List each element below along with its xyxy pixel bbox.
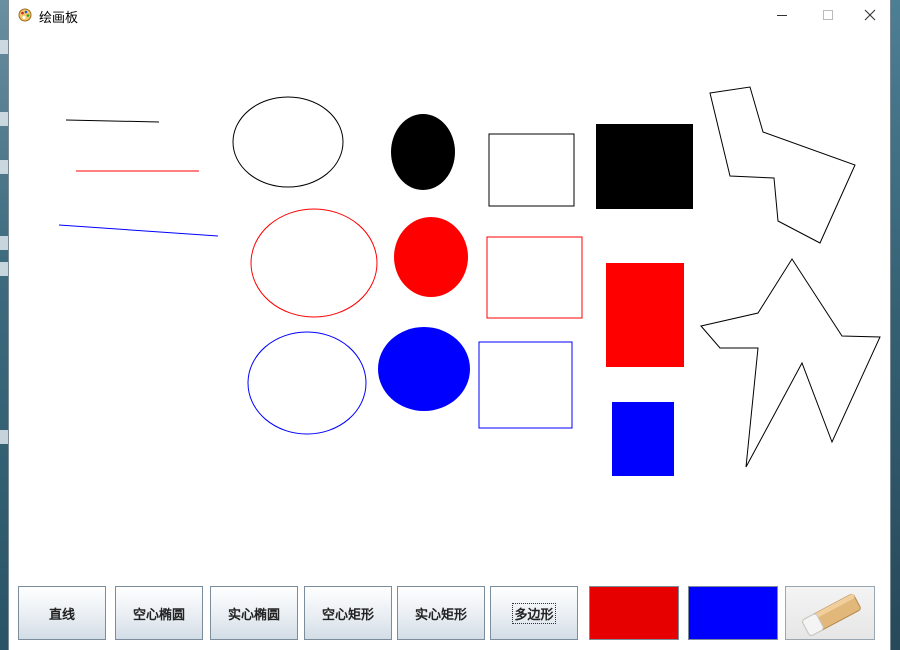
title-bar[interactable]: 绘画板 bbox=[9, 0, 890, 30]
eraser-button[interactable] bbox=[785, 586, 875, 640]
red-color-button[interactable] bbox=[589, 586, 679, 640]
black-solid-ellipse bbox=[391, 114, 455, 190]
polygon-top bbox=[709, 86, 856, 244]
polygon-tool-button[interactable]: 多边形 bbox=[490, 586, 578, 640]
solid-rect-tool-button[interactable]: 实心矩形 bbox=[397, 586, 485, 640]
desktop-background-left bbox=[0, 0, 8, 650]
toolbar: 直线 空心椭圆 实心椭圆 空心矩形 实心矩形 多边形 bbox=[9, 580, 890, 650]
blue-solid-ellipse bbox=[378, 327, 470, 411]
window-title: 绘画板 bbox=[39, 11, 79, 26]
polygon-bottom bbox=[700, 258, 881, 468]
black-hollow-ellipse bbox=[232, 96, 344, 188]
red-solid-rect bbox=[606, 263, 684, 367]
minimize-icon bbox=[777, 15, 787, 16]
black-hollow-rect bbox=[488, 133, 575, 207]
hollow-rect-tool-button[interactable]: 空心矩形 bbox=[304, 586, 392, 640]
polygon-tool-label: 多边形 bbox=[512, 602, 556, 624]
close-button[interactable] bbox=[847, 0, 893, 30]
maximize-icon bbox=[823, 10, 833, 20]
black-solid-rect bbox=[596, 124, 693, 209]
solid-ellipse-tool-button[interactable]: 实心椭圆 bbox=[210, 586, 298, 640]
hollow-rect-tool-label: 空心矩形 bbox=[321, 607, 374, 623]
desktop-background-right bbox=[891, 0, 900, 650]
blue-line bbox=[58, 224, 219, 237]
solid-ellipse-tool-label: 实心椭圆 bbox=[227, 607, 280, 623]
minimize-button[interactable] bbox=[759, 0, 805, 30]
blue-color-button[interactable] bbox=[688, 586, 778, 640]
red-solid-ellipse bbox=[394, 217, 468, 297]
drawing-canvas[interactable] bbox=[9, 30, 890, 580]
blue-hollow-ellipse bbox=[247, 331, 367, 435]
line-tool-label: 直线 bbox=[48, 607, 75, 623]
red-hollow-rect bbox=[486, 236, 583, 319]
close-icon bbox=[864, 9, 876, 21]
solid-rect-tool-label: 实心矩形 bbox=[414, 607, 467, 623]
maximize-button[interactable] bbox=[805, 0, 851, 30]
hollow-ellipse-tool-label: 空心椭圆 bbox=[132, 607, 185, 623]
red-hollow-ellipse bbox=[250, 208, 378, 318]
blue-hollow-rect bbox=[478, 341, 573, 429]
line-tool-button[interactable]: 直线 bbox=[18, 586, 106, 640]
black-line bbox=[65, 119, 160, 123]
hollow-ellipse-tool-button[interactable]: 空心椭圆 bbox=[115, 586, 203, 640]
blue-solid-rect bbox=[612, 402, 674, 476]
eraser-icon bbox=[802, 593, 861, 636]
paint-window: 绘画板 直线 空心椭圆 实心椭圆 空心矩形 实心矩形 多边形 bbox=[8, 0, 891, 650]
palette-icon bbox=[18, 8, 32, 22]
